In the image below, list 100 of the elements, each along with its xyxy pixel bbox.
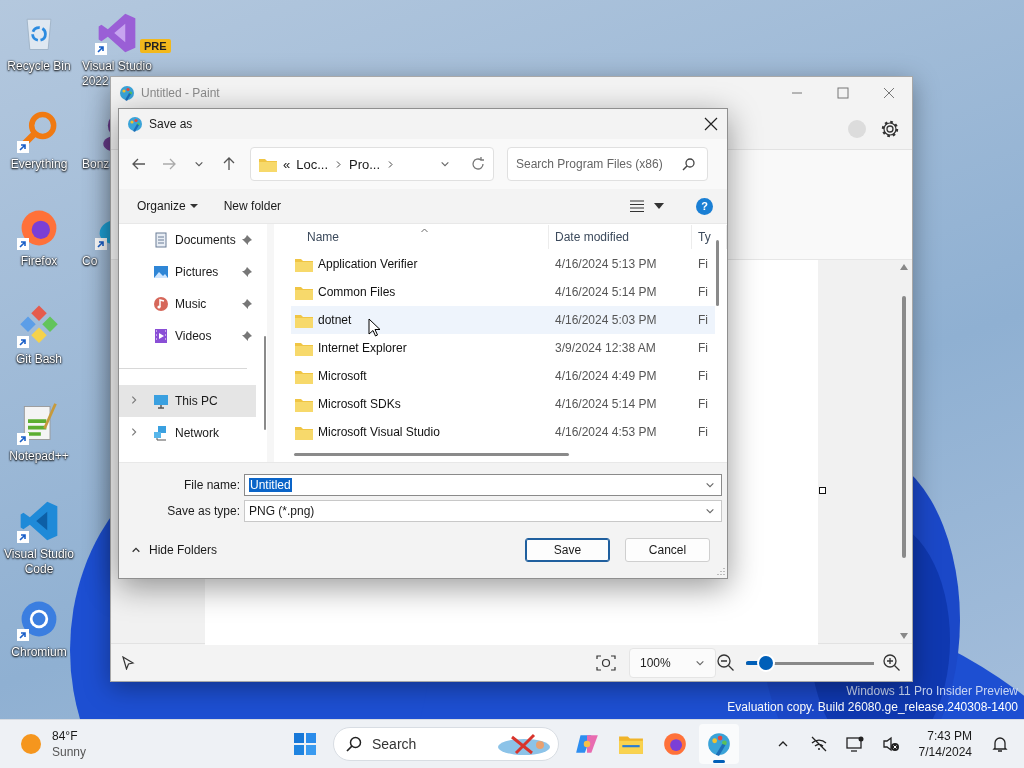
- file-row[interactable]: Microsoft 4/16/2024 4:49 PM Fi: [291, 362, 715, 390]
- date-cell-text: 4/16/2024 5:14 PM: [554, 397, 658, 411]
- nav-item-label: Documents: [175, 233, 236, 247]
- type-cell-text: Fi: [697, 369, 709, 383]
- hide-folders-button[interactable]: Hide Folders: [131, 543, 218, 557]
- nav-item[interactable]: Documents: [119, 224, 267, 256]
- scrollbar-thumb[interactable]: [264, 336, 266, 430]
- clock-button[interactable]: 7:43 PM 7/14/2024: [912, 728, 978, 760]
- date-cell-text: 4/16/2024 5:03 PM: [554, 313, 658, 327]
- chevron-down-icon: [705, 506, 715, 516]
- arrow-up-icon: [221, 156, 237, 172]
- file-name-cell: Common Files: [318, 285, 396, 299]
- save-button[interactable]: Save: [525, 538, 610, 562]
- file-row[interactable]: Application Verifier 4/16/2024 5:13 PM Fi: [291, 250, 715, 278]
- folder-icon: [295, 424, 313, 440]
- folder-icon: [295, 396, 313, 412]
- chevron-right-icon: [334, 159, 344, 169]
- help-button[interactable]: ?: [696, 197, 713, 215]
- monitor-icon: [845, 735, 864, 753]
- date-cell-text: 4/16/2024 5:14 PM: [554, 285, 658, 299]
- scrollbar-thumb[interactable]: [716, 240, 719, 306]
- slider-thumb[interactable]: [759, 655, 774, 670]
- type-cell-text: Fi: [697, 341, 709, 355]
- expand-chevron-icon: [129, 427, 139, 437]
- taskbar-search-box[interactable]: Search: [333, 727, 559, 761]
- temperature-text[interactable]: 84°F: [52, 728, 87, 744]
- type-cell-text: Fi: [697, 425, 709, 439]
- document-icon: [153, 232, 169, 248]
- type-cell-text: Fi: [697, 285, 709, 299]
- search-field[interactable]: Search Program Files (x86): [507, 147, 708, 181]
- music-note-icon: [153, 296, 169, 312]
- resize-grip-icon[interactable]: [716, 567, 725, 576]
- file-name-cell: Microsoft Visual Studio: [318, 425, 440, 439]
- network-icon: [153, 425, 169, 441]
- tree-item[interactable]: Network: [119, 417, 267, 449]
- arrow-right-icon: [161, 156, 177, 172]
- view-options-button[interactable]: [654, 203, 664, 209]
- type-cell-text: Fi: [697, 257, 709, 271]
- view-button[interactable]: [630, 200, 644, 212]
- organize-button[interactable]: Organize: [137, 199, 198, 213]
- breadcrumb-item[interactable]: Pro...: [349, 156, 381, 172]
- chevron-down-icon: [194, 159, 204, 169]
- search-highlight-drawing: [496, 731, 552, 757]
- caret-down-icon: [189, 202, 198, 210]
- column-header[interactable]: Name: [291, 225, 549, 249]
- speaker-muted-icon: [881, 735, 900, 753]
- file-row[interactable]: Common Files 4/16/2024 5:14 PM Fi: [291, 278, 715, 306]
- nav-item[interactable]: Pictures: [119, 256, 267, 288]
- nav-item[interactable]: Videos: [119, 320, 267, 352]
- film-icon: [153, 328, 169, 344]
- file-row[interactable]: Microsoft Visual Studio 4/16/2024 4:53 PM Fi: [291, 418, 715, 446]
- type-cell-text: Fi: [697, 313, 709, 327]
- picture-icon: [153, 264, 169, 280]
- field-label: Save as type:: [166, 504, 240, 518]
- close-icon: [704, 117, 718, 131]
- pointer-icon: [121, 655, 135, 670]
- field-label: File name:: [182, 478, 240, 492]
- chevron-up-icon: [131, 545, 141, 555]
- zoom-dropdown[interactable]: 100%: [629, 647, 716, 678]
- zoom-out-button[interactable]: [716, 652, 736, 673]
- type-cell-text: Fi: [697, 397, 709, 411]
- settings-button[interactable]: [880, 119, 900, 139]
- watermark-text: Windows 11 Pro Insider Preview: [845, 683, 1018, 699]
- weather-condition[interactable]: Sunny: [52, 744, 87, 760]
- tree-item[interactable]: This PC: [119, 385, 256, 417]
- fit-screen-icon: [595, 653, 617, 672]
- tree-item-label: This PC: [175, 394, 218, 408]
- scrollbar-thumb[interactable]: [294, 453, 569, 456]
- caret-down-icon: [654, 203, 664, 209]
- zoom-in-button[interactable]: [882, 652, 902, 673]
- breadcrumb-item[interactable]: Loc...: [296, 156, 329, 172]
- resize-handle[interactable]: [819, 487, 826, 494]
- file-type-dropdown[interactable]: PNG (*.png): [244, 500, 722, 522]
- wifi-off-icon: [809, 735, 828, 753]
- breadcrumb-overflow[interactable]: «: [283, 156, 291, 172]
- list-icon: [630, 200, 644, 212]
- watermark-text: Evaluation copy. Build 26080.ge_release.240308-1400: [727, 699, 1018, 715]
- folder-icon: [259, 156, 277, 172]
- nav-item-label: Pictures: [175, 265, 219, 279]
- tree-item-label: Network: [175, 426, 219, 440]
- sun-icon[interactable]: [20, 733, 42, 755]
- address-bar[interactable]: « Loc... Pro...: [250, 147, 494, 181]
- date-cell-text: 4/16/2024 5:13 PM: [554, 257, 658, 271]
- nav-item-label: Videos: [175, 329, 212, 343]
- dialog-title: Save as: [149, 117, 193, 131]
- taskbar-app-button[interactable]: [699, 724, 739, 764]
- new-folder-button[interactable]: New folder: [223, 199, 282, 213]
- browser-icon: [662, 731, 688, 757]
- file-name-cell: Microsoft SDKs: [318, 397, 401, 411]
- cancel-button[interactable]: Cancel: [625, 538, 710, 562]
- file-name-field[interactable]: Untitled: [244, 474, 722, 496]
- column-header[interactable]: Date modified: [549, 225, 692, 249]
- file-row[interactable]: Internet Explorer 3/9/2024 12:38 AM Fi: [291, 334, 715, 362]
- fit-to-window-button[interactable]: [595, 653, 617, 672]
- preview-badge: PRE: [140, 39, 171, 53]
- computer-icon: [153, 393, 169, 409]
- file-row[interactable]: dotnet 4/16/2024 5:03 PM Fi: [291, 306, 715, 334]
- nav-item[interactable]: Music: [119, 288, 267, 320]
- file-row[interactable]: Microsoft SDKs 4/16/2024 5:14 PM Fi: [291, 390, 715, 418]
- file-name-cell: Microsoft: [318, 369, 367, 383]
